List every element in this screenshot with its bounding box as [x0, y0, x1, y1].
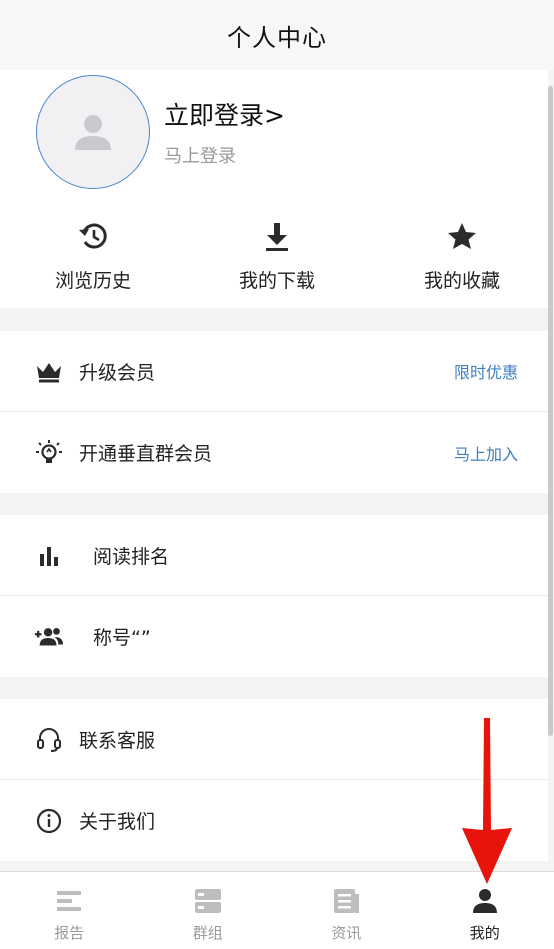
tab-groups[interactable]: 群组	[139, 872, 278, 949]
upgrade-member-label: 升级会员	[79, 361, 156, 384]
profile-card: 立即登录> 马上登录	[0, 70, 548, 206]
ranking-section: 阅读排名 称号“”	[0, 515, 548, 677]
tab-news-label: 资讯	[331, 924, 362, 942]
browse-history-button[interactable]: 浏览历史	[28, 218, 158, 293]
tab-groups-label: 群组	[192, 924, 223, 942]
report-icon	[57, 891, 82, 911]
download-icon	[266, 223, 288, 251]
quick-actions: 浏览历史 我的下载 我的收藏	[0, 206, 548, 308]
tab-mine-label: 我的	[469, 924, 500, 942]
person-placeholder-icon	[75, 115, 111, 150]
limited-offer-link[interactable]: 限时优惠	[454, 359, 518, 383]
nickname-row[interactable]: 称号“”	[0, 596, 548, 677]
headset-icon	[37, 728, 61, 752]
join-now-link[interactable]: 马上加入	[454, 441, 518, 465]
vertical-group-member-row[interactable]: 开通垂直群会员 马上加入	[0, 412, 548, 493]
about-us-row[interactable]: 关于我们	[0, 780, 548, 861]
login-subtitle: 马上登录	[164, 146, 236, 167]
lightbulb-icon	[36, 440, 62, 463]
tab-news[interactable]: 资讯	[277, 872, 416, 949]
my-downloads-button[interactable]: 我的下载	[212, 218, 342, 293]
login-link[interactable]: 立即登录>	[164, 96, 285, 132]
person-icon	[472, 889, 497, 913]
reading-ranking-row[interactable]: 阅读排名	[0, 515, 548, 596]
scrollbar[interactable]	[548, 86, 553, 736]
star-icon	[448, 223, 476, 249]
bar-chart-icon	[40, 547, 58, 566]
group-icon	[194, 889, 221, 913]
crown-icon	[37, 363, 61, 383]
contact-support-row[interactable]: 联系客服	[0, 699, 548, 780]
news-icon	[334, 889, 360, 913]
upgrade-member-row[interactable]: 升级会员 限时优惠	[0, 331, 548, 412]
add-group-icon	[34, 628, 64, 646]
info-icon	[36, 808, 62, 834]
bottom-tab-bar: 报告 群组 资讯 我的	[0, 871, 554, 949]
about-us-label: 关于我们	[79, 811, 156, 833]
nickname-label: 称号“”	[93, 627, 151, 649]
browse-history-label: 浏览历史	[54, 270, 131, 292]
tab-report[interactable]: 报告	[0, 872, 139, 949]
my-favorites-button[interactable]: 我的收藏	[397, 218, 527, 293]
top-bar: 个人中心	[0, 0, 554, 70]
my-downloads-label: 我的下载	[238, 270, 315, 292]
history-icon	[79, 223, 107, 249]
vertical-group-member-label: 开通垂直群会员	[79, 443, 213, 465]
contact-support-label: 联系客服	[79, 729, 156, 752]
tab-report-label: 报告	[54, 924, 85, 942]
my-favorites-label: 我的收藏	[423, 270, 500, 292]
support-section: 联系客服 关于我们	[0, 699, 548, 861]
avatar[interactable]	[36, 75, 150, 189]
membership-section: 升级会员 限时优惠 开通垂直群会员 马上加入	[0, 331, 548, 493]
page-title: 个人中心	[227, 23, 327, 52]
reading-ranking-label: 阅读排名	[93, 545, 170, 568]
tab-mine[interactable]: 我的	[416, 872, 554, 949]
